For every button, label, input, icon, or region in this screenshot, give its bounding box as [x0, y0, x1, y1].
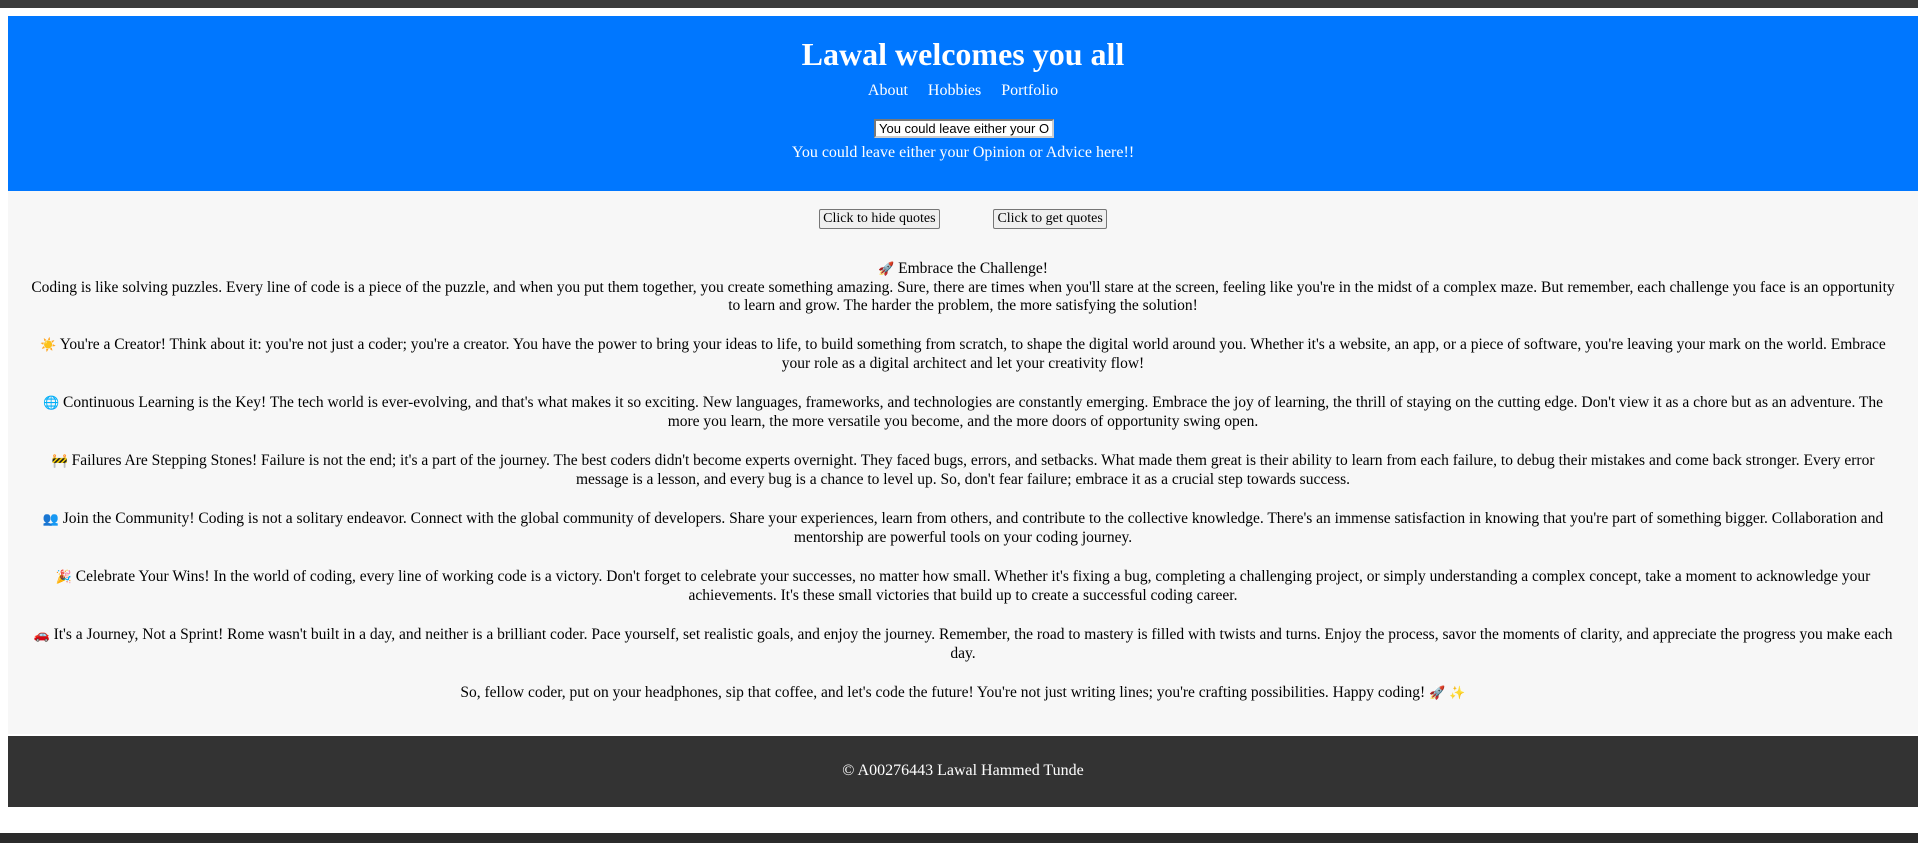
footer-copyright: © A00276443 Lawal Hammed Tunde — [842, 762, 1084, 779]
quote-item: 🌐 Continuous Learning is the Key! The te… — [28, 394, 1898, 431]
nav-link-portfolio[interactable]: Portfolio — [1001, 82, 1058, 99]
nav-link-hobbies[interactable]: Hobbies — [928, 82, 981, 99]
quote-item: ☀️ You're a Creator! Think about it: you… — [28, 336, 1898, 373]
page-title: Lawal welcomes you all — [801, 36, 1125, 72]
rocket-icon: 🚀 — [878, 262, 895, 277]
hide-quotes-button[interactable]: Click to hide quotes — [819, 209, 940, 229]
sun-icon: ☀️ — [40, 338, 57, 353]
quote-item: 🚗 It's a Journey, Not a Sprint! Rome was… — [28, 626, 1898, 663]
quotes-list: 🚀 Embrace the Challenge! Coding is like … — [28, 260, 1898, 724]
party-popper-icon: 🎉 — [55, 570, 72, 585]
quote-item: 🚀 Embrace the Challenge! Coding is like … — [28, 260, 1898, 315]
globe-icon: 🌐 — [42, 396, 60, 411]
closing-message: So, fellow coder, put on your headphones… — [28, 684, 1898, 703]
quote-text: You're a Creator! Think about it: you're… — [59, 336, 1886, 372]
quote-text: Coding is like solving puzzles. Every li… — [31, 279, 1895, 314]
quote-title: 🚀 Embrace the Challenge! — [28, 260, 1898, 279]
quotes-section: Click to hide quotes Click to get quotes… — [8, 191, 1918, 734]
quote-item: 🎉 Celebrate Your Wins! In the world of c… — [28, 568, 1898, 605]
taskbar-strip — [0, 833, 1918, 843]
quote-buttons: Click to hide quotes Click to get quotes — [8, 209, 1918, 229]
quote-item: 👥 Join the Community! Coding is not a so… — [28, 510, 1898, 547]
nav-link-about[interactable]: About — [868, 82, 908, 99]
rocket-sparkles-icon: 🚀 ✨ — [1429, 686, 1466, 701]
closing-text: So, fellow coder, put on your headphones… — [460, 684, 1426, 701]
page-header: Lawal welcomes you all About Hobbies Por… — [8, 16, 1918, 191]
page-footer: © A00276443 Lawal Hammed Tunde — [8, 736, 1918, 807]
quote-text: Failures Are Stepping Stones! Failure is… — [71, 452, 1875, 488]
quote-item: 🚧 Failures Are Stepping Stones! Failure … — [28, 452, 1898, 489]
main-nav: About Hobbies Portfolio — [8, 82, 1918, 100]
people-icon: 👥 — [42, 512, 59, 527]
quote-text: Continuous Learning is the Key! The tech… — [63, 394, 1884, 430]
browser-top-strip — [0, 0, 1918, 8]
quote-text: Celebrate Your Wins! In the world of cod… — [75, 568, 1871, 604]
quote-heading: Embrace the Challenge! — [898, 260, 1048, 277]
opinion-input[interactable] — [874, 119, 1054, 138]
quote-text: It's a Journey, Not a Sprint! Rome wasn'… — [53, 626, 1893, 662]
get-quotes-button[interactable]: Click to get quotes — [993, 209, 1107, 229]
opinion-prompt: You could leave either your Opinion or A… — [791, 144, 1135, 161]
construction-icon: 🚧 — [51, 454, 68, 469]
quote-text: Join the Community! Coding is not a soli… — [62, 510, 1884, 546]
car-icon: 🚗 — [33, 628, 50, 643]
